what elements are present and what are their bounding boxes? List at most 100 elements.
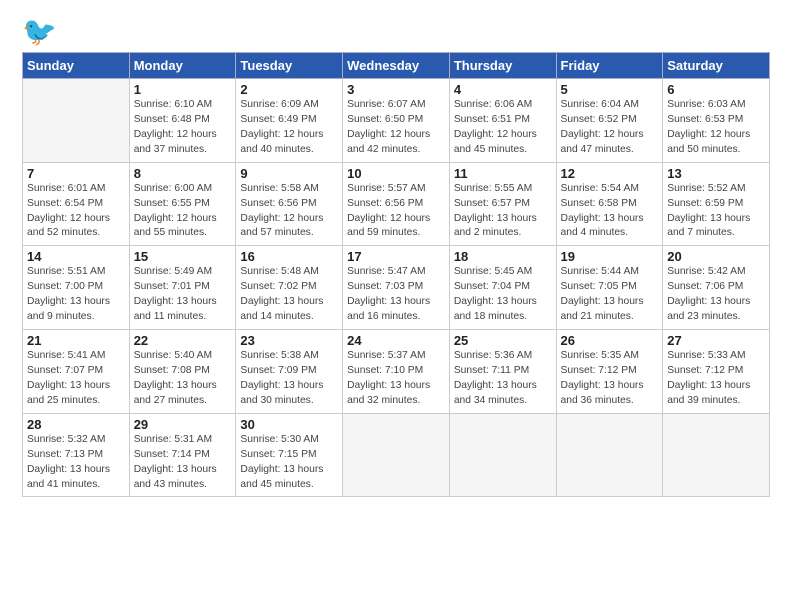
- calendar-cell-w3-d3: 16Sunrise: 5:48 AM Sunset: 7:02 PM Dayli…: [236, 246, 343, 330]
- day-detail: Sunrise: 5:32 AM Sunset: 7:13 PM Dayligh…: [27, 433, 125, 493]
- week-row-3: 14Sunrise: 5:51 AM Sunset: 7:00 PM Dayli…: [23, 246, 770, 330]
- day-number: 5: [561, 82, 659, 97]
- calendar-cell-w2-d6: 12Sunrise: 5:54 AM Sunset: 6:58 PM Dayli…: [556, 162, 663, 246]
- day-number: 7: [27, 166, 125, 181]
- day-detail: Sunrise: 5:40 AM Sunset: 7:08 PM Dayligh…: [134, 349, 232, 409]
- day-detail: Sunrise: 6:10 AM Sunset: 6:48 PM Dayligh…: [134, 98, 232, 158]
- calendar-cell-w1-d5: 4Sunrise: 6:06 AM Sunset: 6:51 PM Daylig…: [449, 79, 556, 163]
- day-detail: Sunrise: 6:07 AM Sunset: 6:50 PM Dayligh…: [347, 98, 445, 158]
- calendar-table: SundayMondayTuesdayWednesdayThursdayFrid…: [22, 52, 770, 497]
- header: 🐦: [22, 18, 770, 46]
- day-number: 30: [240, 417, 338, 432]
- day-detail: Sunrise: 5:42 AM Sunset: 7:06 PM Dayligh…: [667, 265, 765, 325]
- week-row-1: 1Sunrise: 6:10 AM Sunset: 6:48 PM Daylig…: [23, 79, 770, 163]
- calendar-cell-w2-d5: 11Sunrise: 5:55 AM Sunset: 6:57 PM Dayli…: [449, 162, 556, 246]
- weekday-header-saturday: Saturday: [663, 53, 770, 79]
- weekday-header-tuesday: Tuesday: [236, 53, 343, 79]
- day-number: 11: [454, 166, 552, 181]
- calendar-cell-w5-d7: [663, 413, 770, 497]
- calendar-cell-w2-d4: 10Sunrise: 5:57 AM Sunset: 6:56 PM Dayli…: [343, 162, 450, 246]
- day-number: 6: [667, 82, 765, 97]
- day-detail: Sunrise: 5:37 AM Sunset: 7:10 PM Dayligh…: [347, 349, 445, 409]
- calendar-cell-w1-d3: 2Sunrise: 6:09 AM Sunset: 6:49 PM Daylig…: [236, 79, 343, 163]
- day-detail: Sunrise: 6:00 AM Sunset: 6:55 PM Dayligh…: [134, 182, 232, 242]
- day-detail: Sunrise: 5:41 AM Sunset: 7:07 PM Dayligh…: [27, 349, 125, 409]
- day-detail: Sunrise: 5:35 AM Sunset: 7:12 PM Dayligh…: [561, 349, 659, 409]
- day-number: 10: [347, 166, 445, 181]
- calendar-cell-w5-d4: [343, 413, 450, 497]
- calendar-cell-w4-d5: 25Sunrise: 5:36 AM Sunset: 7:11 PM Dayli…: [449, 330, 556, 414]
- day-number: 27: [667, 333, 765, 348]
- day-detail: Sunrise: 5:31 AM Sunset: 7:14 PM Dayligh…: [134, 433, 232, 493]
- calendar-cell-w1-d7: 6Sunrise: 6:03 AM Sunset: 6:53 PM Daylig…: [663, 79, 770, 163]
- weekday-header-row: SundayMondayTuesdayWednesdayThursdayFrid…: [23, 53, 770, 79]
- day-detail: Sunrise: 5:51 AM Sunset: 7:00 PM Dayligh…: [27, 265, 125, 325]
- day-number: 2: [240, 82, 338, 97]
- calendar-cell-w3-d4: 17Sunrise: 5:47 AM Sunset: 7:03 PM Dayli…: [343, 246, 450, 330]
- day-detail: Sunrise: 5:38 AM Sunset: 7:09 PM Dayligh…: [240, 349, 338, 409]
- day-detail: Sunrise: 5:58 AM Sunset: 6:56 PM Dayligh…: [240, 182, 338, 242]
- day-detail: Sunrise: 5:47 AM Sunset: 7:03 PM Dayligh…: [347, 265, 445, 325]
- calendar-cell-w4-d3: 23Sunrise: 5:38 AM Sunset: 7:09 PM Dayli…: [236, 330, 343, 414]
- weekday-header-friday: Friday: [556, 53, 663, 79]
- day-number: 8: [134, 166, 232, 181]
- day-detail: Sunrise: 5:33 AM Sunset: 7:12 PM Dayligh…: [667, 349, 765, 409]
- week-row-2: 7Sunrise: 6:01 AM Sunset: 6:54 PM Daylig…: [23, 162, 770, 246]
- day-detail: Sunrise: 5:30 AM Sunset: 7:15 PM Dayligh…: [240, 433, 338, 493]
- day-number: 16: [240, 249, 338, 264]
- day-number: 3: [347, 82, 445, 97]
- calendar-cell-w5-d1: 28Sunrise: 5:32 AM Sunset: 7:13 PM Dayli…: [23, 413, 130, 497]
- day-number: 18: [454, 249, 552, 264]
- calendar-cell-w1-d2: 1Sunrise: 6:10 AM Sunset: 6:48 PM Daylig…: [129, 79, 236, 163]
- calendar-cell-w2-d2: 8Sunrise: 6:00 AM Sunset: 6:55 PM Daylig…: [129, 162, 236, 246]
- day-number: 15: [134, 249, 232, 264]
- day-number: 12: [561, 166, 659, 181]
- calendar-cell-w3-d6: 19Sunrise: 5:44 AM Sunset: 7:05 PM Dayli…: [556, 246, 663, 330]
- calendar-cell-w1-d4: 3Sunrise: 6:07 AM Sunset: 6:50 PM Daylig…: [343, 79, 450, 163]
- calendar-cell-w3-d1: 14Sunrise: 5:51 AM Sunset: 7:00 PM Dayli…: [23, 246, 130, 330]
- calendar-cell-w5-d3: 30Sunrise: 5:30 AM Sunset: 7:15 PM Dayli…: [236, 413, 343, 497]
- day-detail: Sunrise: 6:03 AM Sunset: 6:53 PM Dayligh…: [667, 98, 765, 158]
- day-number: 9: [240, 166, 338, 181]
- day-detail: Sunrise: 6:09 AM Sunset: 6:49 PM Dayligh…: [240, 98, 338, 158]
- day-detail: Sunrise: 5:55 AM Sunset: 6:57 PM Dayligh…: [454, 182, 552, 242]
- day-number: 17: [347, 249, 445, 264]
- day-detail: Sunrise: 5:54 AM Sunset: 6:58 PM Dayligh…: [561, 182, 659, 242]
- day-detail: Sunrise: 6:06 AM Sunset: 6:51 PM Dayligh…: [454, 98, 552, 158]
- calendar-cell-w3-d2: 15Sunrise: 5:49 AM Sunset: 7:01 PM Dayli…: [129, 246, 236, 330]
- day-number: 24: [347, 333, 445, 348]
- calendar-cell-w1-d6: 5Sunrise: 6:04 AM Sunset: 6:52 PM Daylig…: [556, 79, 663, 163]
- logo: 🐦: [22, 18, 61, 46]
- day-number: 13: [667, 166, 765, 181]
- weekday-header-monday: Monday: [129, 53, 236, 79]
- calendar-cell-w5-d2: 29Sunrise: 5:31 AM Sunset: 7:14 PM Dayli…: [129, 413, 236, 497]
- calendar-cell-w2-d3: 9Sunrise: 5:58 AM Sunset: 6:56 PM Daylig…: [236, 162, 343, 246]
- calendar-cell-w1-d1: [23, 79, 130, 163]
- day-detail: Sunrise: 5:36 AM Sunset: 7:11 PM Dayligh…: [454, 349, 552, 409]
- weekday-header-wednesday: Wednesday: [343, 53, 450, 79]
- calendar-cell-w3-d7: 20Sunrise: 5:42 AM Sunset: 7:06 PM Dayli…: [663, 246, 770, 330]
- day-number: 21: [27, 333, 125, 348]
- logo-bird-icon: 🐦: [22, 18, 57, 46]
- calendar-cell-w5-d6: [556, 413, 663, 497]
- calendar-cell-w4-d4: 24Sunrise: 5:37 AM Sunset: 7:10 PM Dayli…: [343, 330, 450, 414]
- day-number: 29: [134, 417, 232, 432]
- day-detail: Sunrise: 5:45 AM Sunset: 7:04 PM Dayligh…: [454, 265, 552, 325]
- day-number: 26: [561, 333, 659, 348]
- page-container: 🐦 SundayMondayTuesdayWednesdayThursdayFr…: [0, 0, 792, 515]
- day-number: 28: [27, 417, 125, 432]
- day-number: 22: [134, 333, 232, 348]
- week-row-5: 28Sunrise: 5:32 AM Sunset: 7:13 PM Dayli…: [23, 413, 770, 497]
- weekday-header-sunday: Sunday: [23, 53, 130, 79]
- calendar-cell-w4-d2: 22Sunrise: 5:40 AM Sunset: 7:08 PM Dayli…: [129, 330, 236, 414]
- calendar-cell-w3-d5: 18Sunrise: 5:45 AM Sunset: 7:04 PM Dayli…: [449, 246, 556, 330]
- day-detail: Sunrise: 6:01 AM Sunset: 6:54 PM Dayligh…: [27, 182, 125, 242]
- day-number: 19: [561, 249, 659, 264]
- day-number: 14: [27, 249, 125, 264]
- weekday-header-thursday: Thursday: [449, 53, 556, 79]
- day-number: 23: [240, 333, 338, 348]
- day-number: 20: [667, 249, 765, 264]
- day-detail: Sunrise: 5:57 AM Sunset: 6:56 PM Dayligh…: [347, 182, 445, 242]
- calendar-cell-w2-d7: 13Sunrise: 5:52 AM Sunset: 6:59 PM Dayli…: [663, 162, 770, 246]
- calendar-cell-w5-d5: [449, 413, 556, 497]
